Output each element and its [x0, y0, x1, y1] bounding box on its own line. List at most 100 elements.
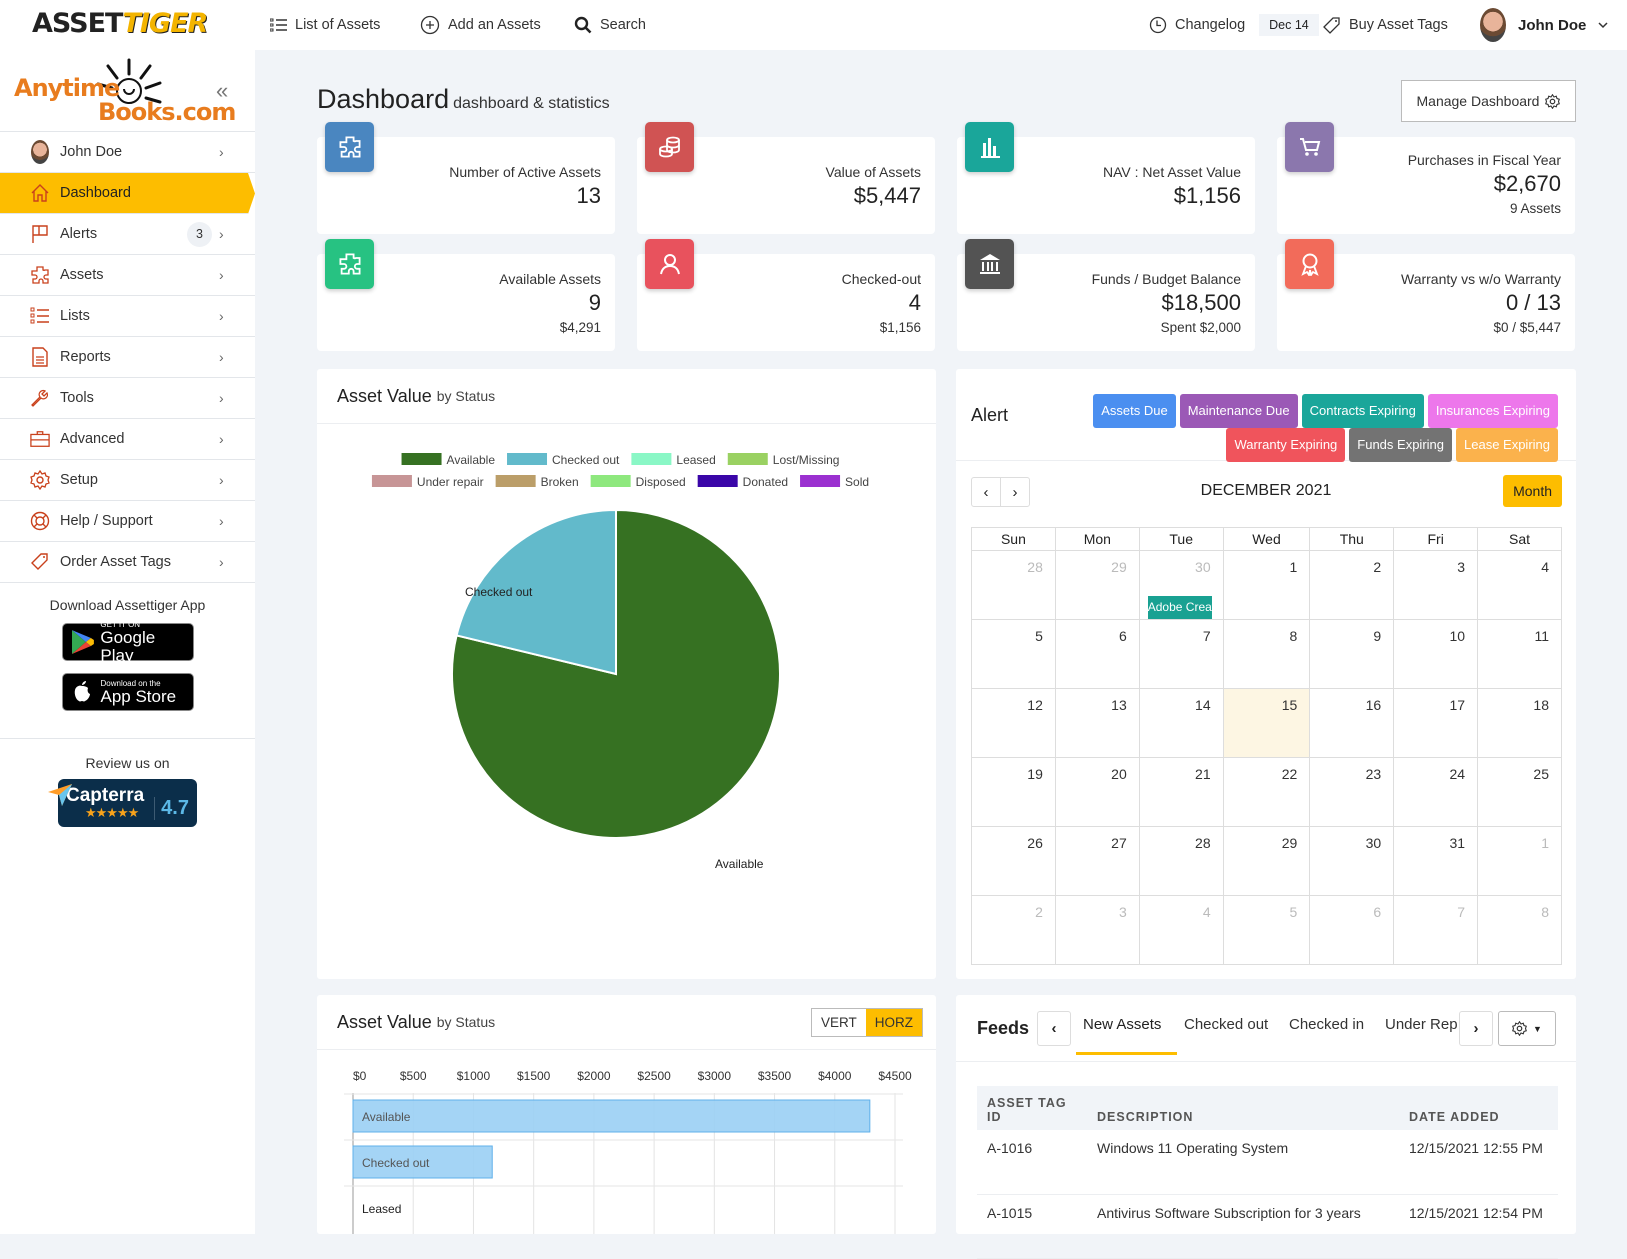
changelog-link[interactable]: Changelog Dec 14 [1149, 0, 1319, 50]
logo-text-books: Books.com [98, 98, 236, 126]
sidebar-item-alerts[interactable]: Alerts 3 › [0, 214, 255, 255]
calendar-day[interactable]: 5 [1222, 895, 1311, 965]
calendar-day[interactable]: 15 [1222, 688, 1311, 758]
calendar-day[interactable]: 17 [1393, 688, 1479, 758]
chevron-right-icon: › [219, 349, 224, 365]
calendar-day[interactable]: 9 [1309, 619, 1395, 689]
calendar-day[interactable]: 7 [1138, 619, 1224, 689]
chevron-right-icon: › [219, 472, 224, 488]
day-number: 28 [1027, 559, 1043, 575]
sidebar-item-order-tags[interactable]: Order Asset Tags › [0, 542, 255, 583]
calendar-day[interactable]: 6 [1054, 619, 1140, 689]
month-view-button[interactable]: Month [1503, 475, 1562, 507]
feeds-settings-dropdown[interactable]: ▼ [1498, 1011, 1556, 1046]
manage-dashboard-button[interactable]: Manage Dashboard [1401, 80, 1576, 122]
calendar-day[interactable]: 10 [1393, 619, 1479, 689]
feeds-prev-button[interactable]: ‹ [1037, 1011, 1071, 1046]
bar-label: Checked out [362, 1156, 430, 1170]
horz-button[interactable]: HORZ [865, 1009, 923, 1036]
alert-tag[interactable]: Warranty Expiring [1226, 428, 1346, 462]
sidebar-item-user[interactable]: John Doe › [0, 132, 255, 173]
panel-subtitle: by Status [436, 1014, 496, 1030]
calendar-day[interactable]: 29 [1222, 826, 1311, 896]
calendar-day[interactable]: 24 [1393, 757, 1479, 827]
sidebar-item-advanced[interactable]: Advanced › [0, 419, 255, 460]
alert-tag[interactable]: Contracts Expiring [1301, 394, 1424, 428]
calendar-day[interactable]: 29 [1054, 550, 1140, 620]
calendar-day[interactable]: 25 [1477, 757, 1562, 827]
feed-tab[interactable]: Checked out [1184, 1016, 1268, 1033]
day-number: 31 [1449, 835, 1466, 851]
calendar-day[interactable]: 8 [1477, 895, 1562, 965]
user-menu[interactable]: John Doe [1480, 0, 1608, 50]
calendar-day[interactable]: 28 [971, 550, 1056, 620]
calendar-day[interactable]: 26 [971, 826, 1056, 896]
app-store-button[interactable]: Download on the App Store [61, 673, 194, 711]
calendar-day[interactable]: 12 [971, 688, 1056, 758]
alert-tag[interactable]: Assets Due [1093, 394, 1176, 428]
calendar-day[interactable]: 11 [1477, 619, 1562, 689]
feed-tab[interactable]: Under Rep [1385, 1016, 1459, 1033]
calendar-day[interactable]: 4 [1138, 895, 1224, 965]
nav-search[interactable]: Search [574, 0, 646, 50]
calendar-day[interactable]: 30 [1309, 826, 1395, 896]
feed-tab[interactable]: Checked in [1289, 1016, 1364, 1033]
calendar-day[interactable]: 16 [1309, 688, 1395, 758]
calendar-day[interactable]: 19 [971, 757, 1056, 827]
calendar-day[interactable]: 22 [1222, 757, 1311, 827]
calendar-day[interactable]: 21 [1138, 757, 1224, 827]
calendar-day[interactable]: 28 [1138, 826, 1224, 896]
column-header[interactable]: DATE ADDED [1399, 1086, 1558, 1130]
sidebar-item-setup[interactable]: Setup › [0, 460, 255, 501]
calendar-day[interactable]: 7 [1393, 895, 1479, 965]
calendar-day[interactable]: 1 [1222, 550, 1311, 620]
sidebar-item-reports[interactable]: Reports › [0, 337, 255, 378]
calendar-day[interactable]: 5 [971, 619, 1056, 689]
sidebar-item-assets[interactable]: Assets › [0, 255, 255, 296]
google-play-button[interactable]: GET IT ON Google Play [61, 620, 194, 664]
calendar-day[interactable]: 3 [1393, 550, 1479, 620]
panel-title: Asset Value [337, 1011, 432, 1032]
column-header[interactable]: ASSET TAG ID [977, 1086, 1087, 1130]
calendar-day[interactable]: 2 [971, 895, 1056, 965]
day-number: 23 [1365, 766, 1382, 782]
buy-asset-tags-link[interactable]: Buy Asset Tags [1322, 0, 1448, 50]
collapse-sidebar-icon[interactable]: « [216, 78, 228, 104]
table-row[interactable]: A-1015 Antivirus Software Subscription fo… [977, 1194, 1558, 1259]
calendar-day[interactable]: 6 [1309, 895, 1395, 965]
feed-tab[interactable]: New Assets [1083, 1016, 1161, 1033]
calendar-day[interactable]: 3 [1054, 895, 1140, 965]
nav-add-asset[interactable]: Add an Assets [420, 0, 541, 50]
alert-tag[interactable]: Lease Expiring [1456, 428, 1558, 462]
sidebar-item-lists[interactable]: Lists › [0, 296, 255, 337]
nav-list-of-assets[interactable]: List of Assets [270, 0, 380, 50]
alert-tag[interactable]: Insurances Expiring [1427, 394, 1558, 428]
calendar-grid: SunMonTueWedThuFriSat282930Adobe Creativ… [971, 527, 1562, 965]
calendar-day[interactable]: 13 [1054, 688, 1140, 758]
sidebar-item-tools[interactable]: Tools › [0, 378, 255, 419]
alert-tag[interactable]: Funds Expiring [1349, 428, 1452, 462]
calendar-event[interactable]: Adobe Creative Cloud [1147, 596, 1212, 619]
sidebar-item-help[interactable]: Help / Support › [0, 501, 255, 542]
vert-button[interactable]: VERT [812, 1009, 866, 1036]
day-number: 18 [1533, 697, 1549, 713]
calendar-day[interactable]: 30 Adobe Creative Cloud [1138, 550, 1224, 620]
assettiger-logo[interactable]: ASSETTIGER [32, 8, 208, 39]
download-app-title: Download Assettiger App [49, 597, 206, 613]
calendar-day[interactable]: 1 [1477, 826, 1562, 896]
sidebar-item-dashboard[interactable]: Dashboard [0, 173, 255, 214]
table-row[interactable]: A-1016 Windows 11 Operating System 12/15/2… [977, 1130, 1558, 1195]
alert-tag[interactable]: Maintenance Due [1179, 394, 1298, 428]
calendar-day[interactable]: 4 [1477, 550, 1562, 620]
calendar-day[interactable]: 20 [1054, 757, 1140, 827]
calendar-day[interactable]: 8 [1222, 619, 1311, 689]
calendar-day[interactable]: 23 [1309, 757, 1395, 827]
column-header[interactable]: DESCRIPTION [1087, 1086, 1399, 1130]
calendar-day[interactable]: 31 [1393, 826, 1479, 896]
calendar-day[interactable]: 18 [1477, 688, 1562, 758]
calendar-day[interactable]: 2 [1309, 550, 1395, 620]
capterra-badge[interactable]: Capterra ★★★★★ 4.7 [48, 779, 197, 827]
calendar-day[interactable]: 14 [1138, 688, 1224, 758]
feeds-next-button[interactable]: › [1459, 1011, 1493, 1046]
calendar-day[interactable]: 27 [1054, 826, 1140, 896]
